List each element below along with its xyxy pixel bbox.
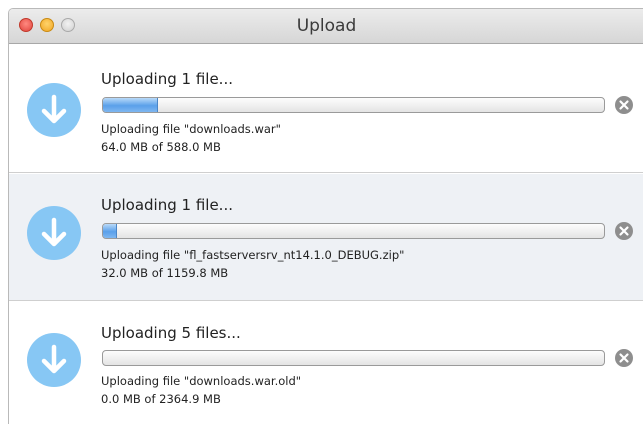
- upload-heading: Uploading 1 file...: [101, 70, 233, 88]
- upload-window: Upload Uploading 1 file... Uploading fil…: [8, 8, 643, 424]
- download-arrow-icon: [27, 333, 81, 387]
- upload-progress-fill: [103, 224, 118, 238]
- cancel-x-icon: [619, 353, 629, 363]
- upload-size: 32.0 MB of 1159.8 MB: [101, 266, 229, 280]
- upload-progress-bar: [102, 223, 605, 239]
- upload-file-name: Uploading file "fl_fastserversrv_nt14.1.…: [101, 248, 405, 262]
- cancel-x-icon: [619, 226, 629, 236]
- download-arrow-icon: [27, 206, 81, 260]
- upload-item[interactable]: Uploading 1 file... Uploading file "down…: [9, 44, 643, 173]
- upload-item[interactable]: Uploading 5 files... Uploading file "dow…: [9, 302, 643, 424]
- upload-file-name: Uploading file "downloads.war": [101, 122, 281, 136]
- cancel-x-icon: [619, 100, 629, 110]
- download-arrow-icon: [27, 83, 81, 137]
- cancel-upload-button[interactable]: [615, 96, 633, 114]
- upload-file-name: Uploading file "downloads.war.old": [101, 374, 302, 388]
- upload-heading: Uploading 1 file...: [101, 196, 233, 214]
- upload-heading: Uploading 5 files...: [101, 324, 241, 342]
- upload-progress-bar: [102, 97, 605, 113]
- cancel-upload-button[interactable]: [615, 222, 633, 240]
- upload-progress-fill: [103, 98, 158, 112]
- upload-size: 64.0 MB of 588.0 MB: [101, 140, 221, 154]
- upload-item[interactable]: Uploading 1 file... Uploading file "fl_f…: [9, 174, 643, 301]
- title-bar: Upload: [9, 9, 643, 44]
- cancel-upload-button[interactable]: [615, 349, 633, 367]
- upload-progress-bar: [102, 350, 605, 366]
- upload-size: 0.0 MB of 2364.9 MB: [101, 392, 221, 406]
- window-title: Upload: [296, 16, 357, 36]
